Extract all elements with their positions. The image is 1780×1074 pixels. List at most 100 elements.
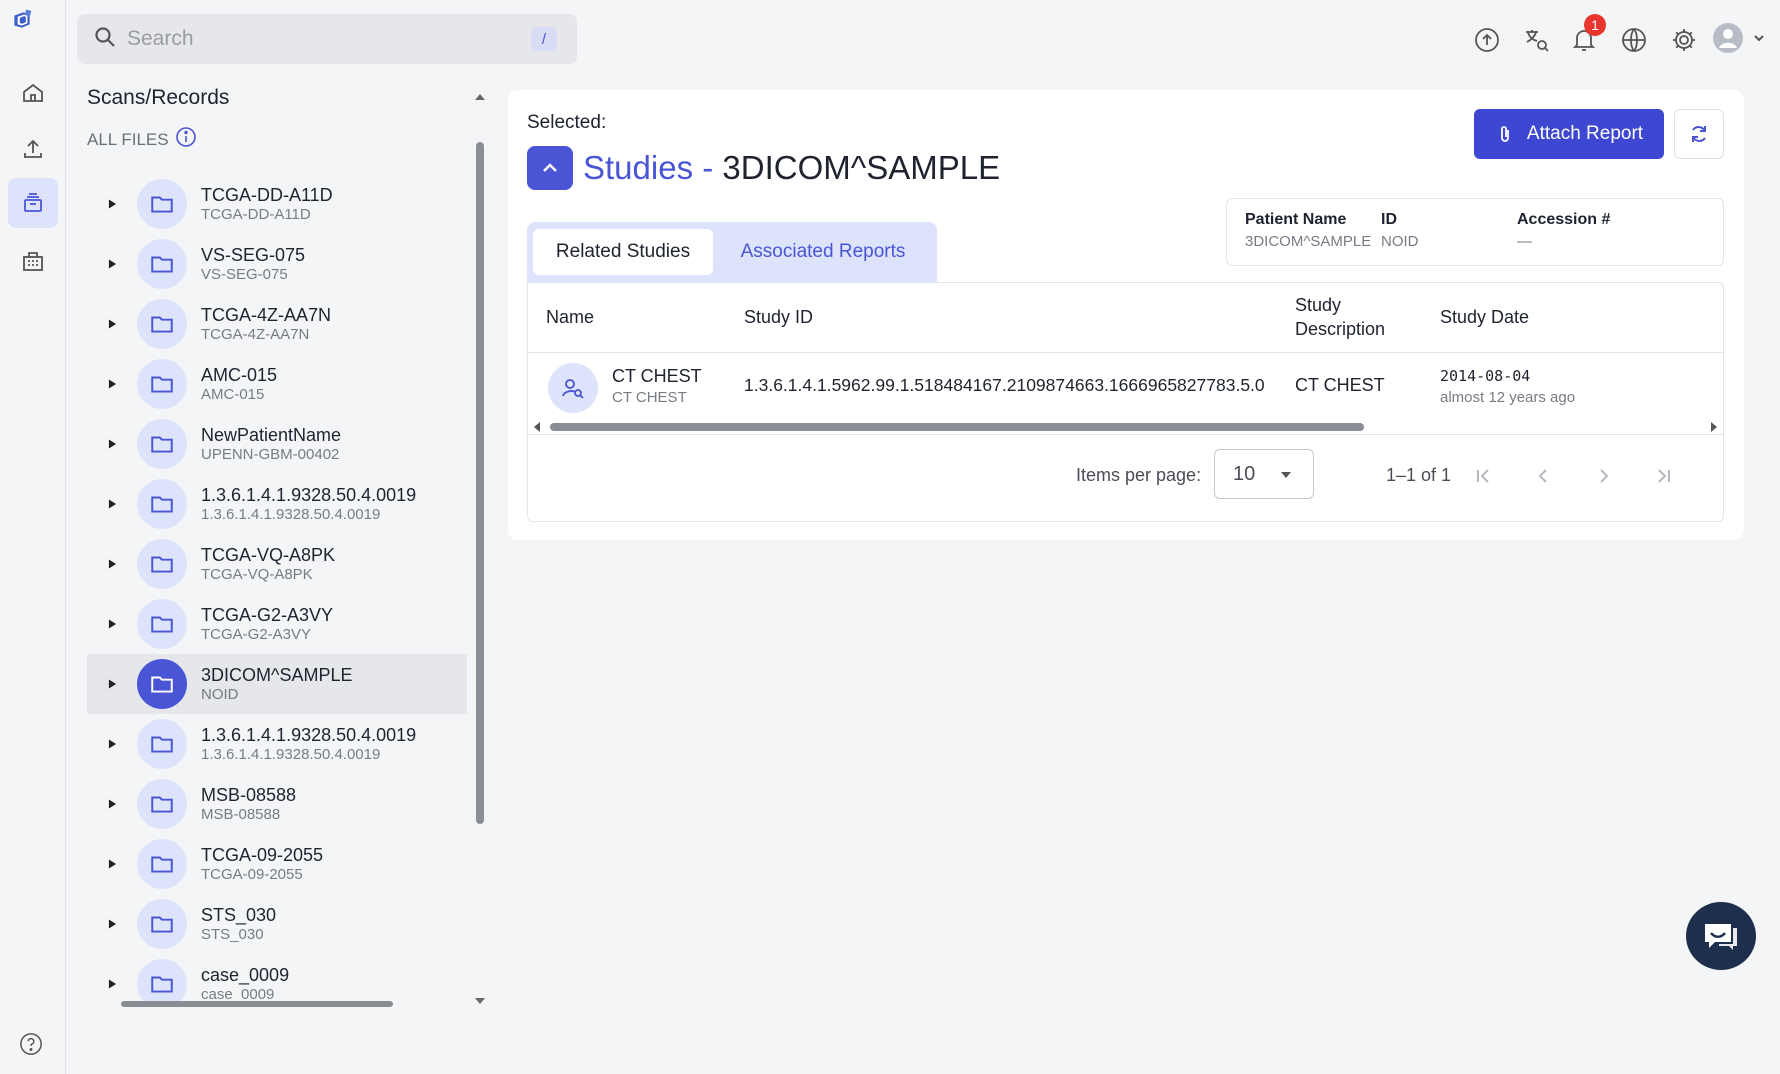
tree-item[interactable]: TCGA-4Z-AA7N TCGA-4Z-AA7N	[87, 294, 467, 354]
tree-item-name: TCGA-VQ-A8PK	[201, 545, 336, 565]
tree-item[interactable]: 3DICOM^SAMPLE NOID	[87, 654, 467, 714]
gear-icon[interactable]	[1664, 20, 1704, 60]
scroll-right-icon[interactable]	[1709, 421, 1719, 433]
tree-item-name: TCGA-G2-A3VY	[201, 605, 334, 625]
expand-caret-icon[interactable]	[87, 738, 137, 750]
tree-item-text: TCGA-DD-A11D TCGA-DD-A11D	[201, 184, 333, 224]
tree-item-name: 1.3.6.1.4.1.9328.50.4.0019	[201, 725, 417, 745]
refresh-button[interactable]	[1674, 109, 1724, 159]
expand-caret-icon[interactable]	[87, 918, 137, 930]
header-study-date[interactable]: Study Date	[1440, 307, 1529, 328]
header-name[interactable]: Name	[546, 307, 594, 328]
folder-icon	[137, 779, 187, 829]
tree-item[interactable]: TCGA-VQ-A8PK TCGA-VQ-A8PK	[87, 534, 467, 594]
tree-vertical-scrollbar[interactable]	[473, 92, 487, 1012]
scroll-down-icon[interactable]	[473, 996, 487, 1006]
tree-horizontal-scrollbar[interactable]	[87, 998, 467, 1010]
accession-label: Accession #	[1517, 211, 1611, 228]
items-per-page-select[interactable]: 10	[1214, 449, 1314, 499]
tree-item[interactable]: NewPatientName UPENN-GBM-00402	[87, 414, 467, 474]
tree-item[interactable]: 1.3.6.1.4.1.9328.50.4.0019 1.3.6.1.4.1.93…	[87, 714, 467, 774]
tree-item-subtitle: 1.3.6.1.4.1.9328.50.4.0019	[201, 506, 381, 523]
scroll-left-icon[interactable]	[532, 421, 542, 433]
table-horizontal-scrollbar[interactable]	[528, 419, 1723, 435]
tree-hscroll-thumb[interactable]	[121, 1001, 393, 1007]
items-per-page-value: 10	[1233, 462, 1256, 485]
attach-report-button[interactable]: Attach Report	[1474, 109, 1664, 159]
bell-icon[interactable]: 1	[1564, 14, 1606, 60]
dropdown-arrow-icon	[1281, 472, 1291, 478]
translate-search-icon[interactable]	[1517, 20, 1557, 60]
tree-item[interactable]: MSB-08588 MSB-08588	[87, 774, 467, 834]
globe-icon[interactable]	[1614, 20, 1654, 60]
records-icon[interactable]	[8, 178, 58, 228]
expand-caret-icon[interactable]	[87, 198, 137, 210]
expand-caret-icon[interactable]	[87, 378, 137, 390]
tree-item-text: VS-SEG-075 VS-SEG-075	[201, 244, 305, 284]
tree-item[interactable]: TCGA-09-2055 TCGA-09-2055	[87, 834, 467, 894]
next-page-icon[interactable]	[1589, 461, 1619, 491]
folder-icon	[137, 239, 187, 289]
header-study-description[interactable]: Study Description	[1295, 293, 1405, 341]
info-icon[interactable]	[175, 126, 197, 153]
expand-caret-icon[interactable]	[87, 498, 137, 510]
expand-caret-icon[interactable]	[87, 678, 137, 690]
all-files-label: ALL FILES	[87, 126, 197, 153]
table-row[interactable]: CT CHEST CT CHEST 1.3.6.1.4.1.5962.99.1.…	[528, 353, 1723, 419]
user-avatar-icon	[1712, 22, 1744, 59]
paginator: Items per page: 10 1–1 of 1	[528, 435, 1723, 521]
expand-caret-icon[interactable]	[87, 558, 137, 570]
tab-related-studies[interactable]: Related Studies	[533, 229, 713, 275]
user-menu-button[interactable]	[1712, 20, 1776, 60]
help-icon[interactable]	[19, 1032, 45, 1058]
study-description-cell: CT CHEST	[1295, 375, 1385, 395]
expand-caret-icon[interactable]	[87, 858, 137, 870]
tree-scroll-thumb[interactable]	[476, 142, 484, 824]
tree-item-subtitle: TCGA-VQ-A8PK	[201, 566, 313, 583]
tree-item-name: AMC-015	[201, 365, 278, 385]
tree-item-text: AMC-015 AMC-015	[201, 364, 277, 404]
tab-associated-reports[interactable]: Associated Reports	[723, 229, 923, 275]
expand-caret-icon[interactable]	[87, 978, 137, 990]
items-per-page-label: Items per page:	[1076, 465, 1202, 485]
folder-icon	[137, 419, 187, 469]
tree-item[interactable]: 1.3.6.1.4.1.9328.50.4.0019 1.3.6.1.4.1.93…	[87, 474, 467, 534]
collapse-button[interactable]	[527, 146, 573, 190]
study-date-relative: almost 12 years ago	[1440, 389, 1576, 406]
table-scroll-thumb[interactable]	[550, 423, 1364, 431]
previous-page-icon[interactable]	[1528, 461, 1558, 491]
upload-cloud-icon[interactable]	[1467, 20, 1507, 60]
notification-badge: 1	[1584, 14, 1606, 36]
expand-caret-icon[interactable]	[87, 438, 137, 450]
tree-item[interactable]: STS_030 STS_030	[87, 894, 467, 954]
tree-item[interactable]: AMC-015 AMC-015	[87, 354, 467, 414]
tree-item-name: STS_030	[201, 905, 277, 925]
studies-table: Name Study ID Study Description Study Da…	[527, 282, 1724, 522]
search-input[interactable]	[127, 27, 507, 51]
tree-item[interactable]: TCGA-DD-A11D TCGA-DD-A11D	[87, 174, 467, 234]
tree-item-text: STS_030 STS_030	[201, 904, 276, 944]
first-page-icon[interactable]	[1468, 461, 1498, 491]
expand-caret-icon[interactable]	[87, 618, 137, 630]
expand-caret-icon[interactable]	[87, 258, 137, 270]
expand-caret-icon[interactable]	[87, 318, 137, 330]
header-study-id[interactable]: Study ID	[744, 307, 813, 328]
chat-button[interactable]	[1686, 902, 1756, 970]
tree-item[interactable]: VS-SEG-075 VS-SEG-075	[87, 234, 467, 294]
home-icon[interactable]	[16, 76, 50, 110]
upload-icon[interactable]	[16, 132, 50, 166]
tree-item[interactable]: TCGA-G2-A3VY TCGA-G2-A3VY	[87, 594, 467, 654]
tree-item-subtitle: 1.3.6.1.4.1.9328.50.4.0019	[201, 746, 381, 763]
chevron-up-icon	[543, 163, 557, 172]
tree-item[interactable]: case_0009 case_0009	[87, 954, 467, 1002]
folder-icon	[137, 959, 187, 1002]
scroll-up-icon[interactable]	[473, 92, 487, 102]
study-tabs: Related Studies Associated Reports	[527, 222, 937, 282]
folder-icon	[137, 479, 187, 529]
tree-item-text: TCGA-09-2055 TCGA-09-2055	[201, 844, 323, 884]
search-shortcut-badge: /	[531, 27, 557, 51]
organization-icon[interactable]	[16, 244, 50, 278]
last-page-icon[interactable]	[1649, 461, 1679, 491]
expand-caret-icon[interactable]	[87, 798, 137, 810]
app-logo[interactable]	[10, 8, 50, 52]
